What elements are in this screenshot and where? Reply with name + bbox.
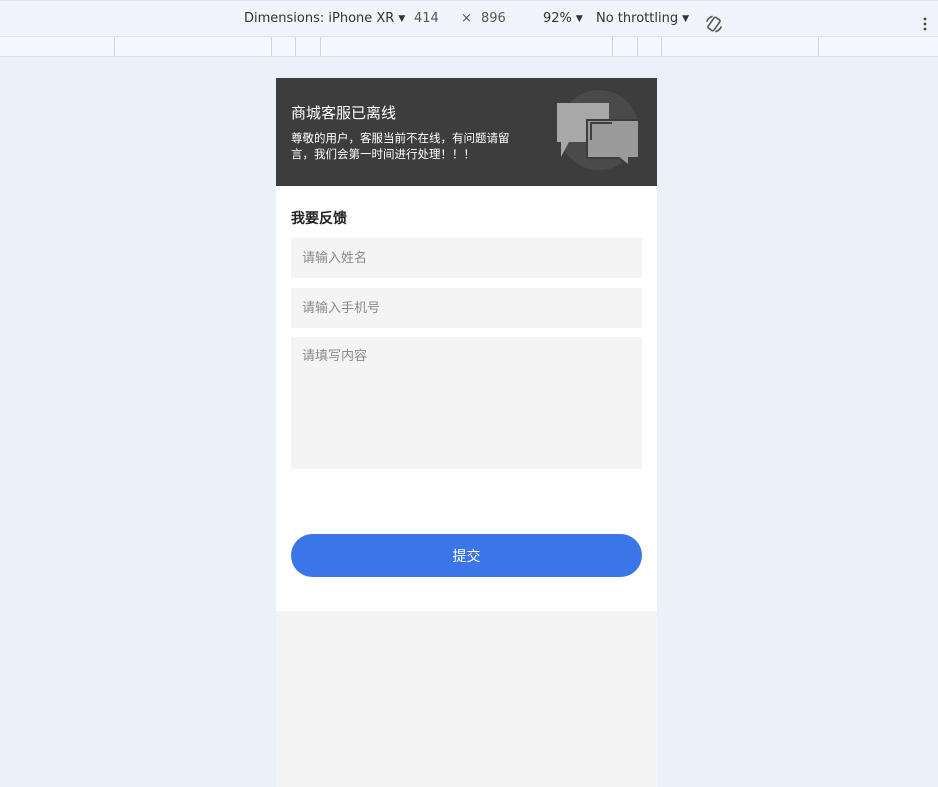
phone-input[interactable] xyxy=(291,288,642,328)
feedback-card: 我要反馈 提交 xyxy=(276,186,657,611)
zoom-select[interactable]: 92% ▼ xyxy=(543,10,583,28)
banner-title: 商城客服已离线 xyxy=(291,104,397,122)
chevron-down-icon: ▼ xyxy=(575,14,583,24)
more-options-icon[interactable] xyxy=(921,16,929,32)
devtools-device-toolbar: Dimensions: iPhone XR ▼ 414 × 896 92% ▼ No… xyxy=(0,0,938,37)
dimension-separator: × xyxy=(461,11,472,26)
ruler-tick[interactable] xyxy=(612,37,613,57)
feedback-heading: 我要反馈 xyxy=(291,211,347,227)
ruler-tick[interactable] xyxy=(637,37,638,57)
name-input[interactable] xyxy=(291,238,642,278)
ruler-tick[interactable] xyxy=(271,37,272,57)
device-select[interactable]: Dimensions: iPhone XR ▼ xyxy=(244,10,405,28)
throttling-select-label: No throttling xyxy=(596,11,679,26)
ruler-tick[interactable] xyxy=(320,37,321,57)
submit-button[interactable]: 提交 xyxy=(291,534,642,577)
media-query-ruler xyxy=(0,37,938,57)
chevron-down-icon: ▼ xyxy=(682,14,689,24)
chat-bubbles-icon xyxy=(557,90,640,170)
content-textarea[interactable] xyxy=(291,337,642,469)
throttling-select[interactable]: No throttling ▼ xyxy=(596,10,689,28)
ruler-tick[interactable] xyxy=(295,37,296,57)
chevron-down-icon: ▼ xyxy=(398,14,406,24)
banner-description: 尊敬的用户，客服当前不在线，有问题请留言，我们会第一时间进行处理！！！ xyxy=(291,131,510,161)
width-input[interactable]: 414 xyxy=(414,10,439,28)
device-viewport: 商城客服已离线 尊敬的用户，客服当前不在线，有问题请留言，我们会第一时间进行处理… xyxy=(276,78,657,787)
ruler-tick[interactable] xyxy=(114,37,115,57)
rotate-icon[interactable] xyxy=(704,14,724,34)
device-select-label: Dimensions: iPhone XR xyxy=(244,11,395,26)
offline-banner: 商城客服已离线 尊敬的用户，客服当前不在线，有问题请留言，我们会第一时间进行处理… xyxy=(276,78,657,186)
ruler-tick[interactable] xyxy=(818,37,819,57)
ruler-tick[interactable] xyxy=(661,37,662,57)
height-input[interactable]: 896 xyxy=(481,10,506,28)
zoom-select-label: 92% xyxy=(543,11,572,26)
